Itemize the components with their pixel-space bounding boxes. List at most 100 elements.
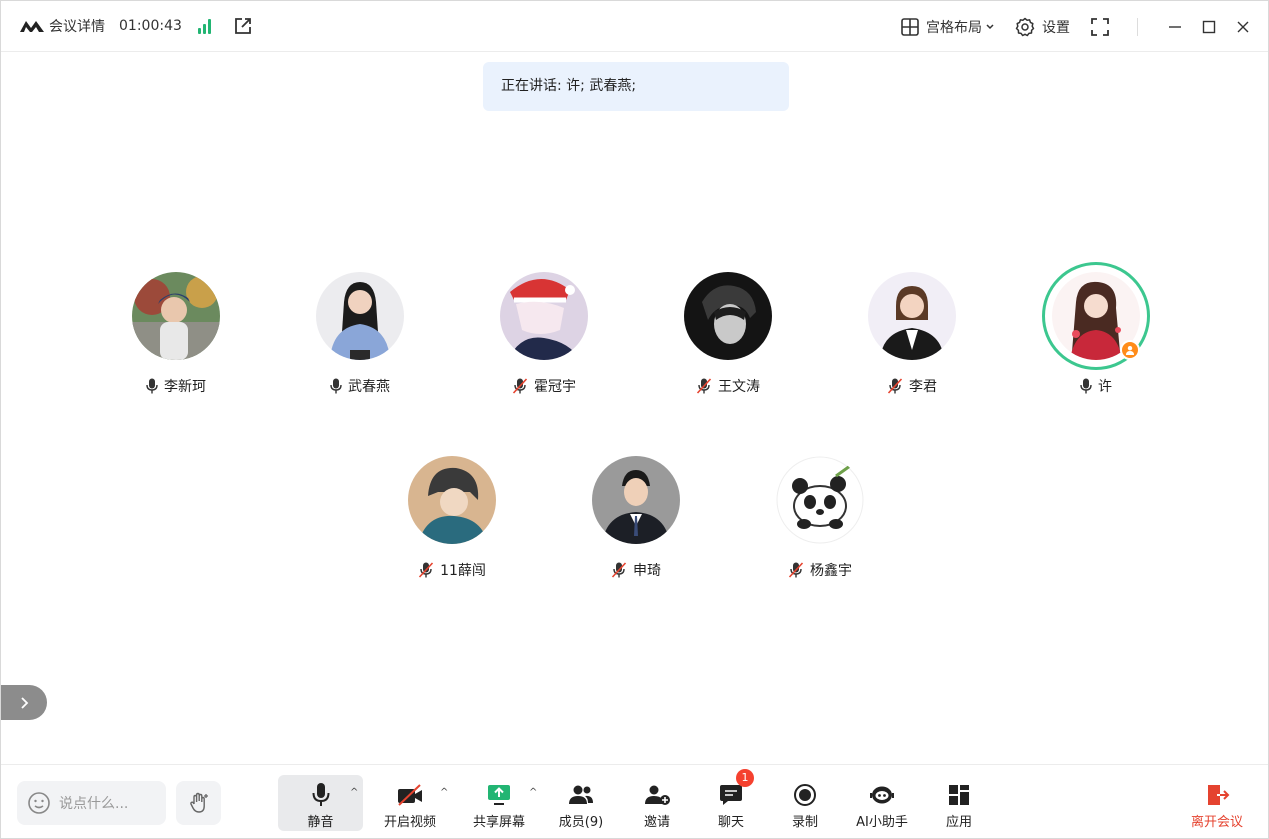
bottom-toolbar: 说点什么... 静音 ^ 开启视频 ^ 共享屏幕 ^ 成员(9) 邀请 聊天 1… [1, 764, 1268, 839]
participant-tile[interactable]: 申琦 [566, 456, 706, 580]
invite-button[interactable]: 邀请 [637, 775, 677, 831]
participant-tile[interactable]: 霍冠宇 [474, 272, 614, 396]
video-options-caret-icon[interactable]: ^ [440, 787, 448, 798]
participant-tile[interactable]: 11薛闯 [382, 456, 522, 580]
emoji-icon [28, 792, 50, 814]
members-label: 成员(9) [558, 815, 604, 830]
avatar [776, 456, 864, 544]
mic-muted-icon [788, 562, 804, 578]
participant-name: 李新珂 [164, 379, 206, 395]
mute-label: 静音 [307, 815, 334, 830]
meeting-timer: 01:00:43 [119, 18, 182, 34]
invite-label: 邀请 [643, 815, 670, 830]
raise-hand-icon [189, 792, 208, 813]
close-icon [1237, 21, 1249, 32]
share-screen-label: 共享屏幕 [472, 815, 525, 830]
participant-tile[interactable]: 武春燕 [290, 272, 430, 396]
mic-muted-icon [512, 378, 528, 394]
mic-on-icon [146, 378, 158, 394]
participant-name: 杨鑫宇 [810, 563, 852, 579]
close-button[interactable] [1226, 12, 1260, 42]
ai-assistant-button[interactable]: AI小助手 [851, 775, 913, 831]
maximize-icon [1202, 20, 1216, 33]
raise-hand-button[interactable] [176, 781, 221, 825]
leave-meeting-button[interactable]: 离开会议 [1187, 775, 1247, 831]
share-link-icon[interactable] [233, 16, 253, 36]
record-label: 录制 [791, 815, 818, 830]
chevron-down-icon [986, 23, 994, 29]
participant-tile[interactable]: 李君 [842, 272, 982, 396]
apps-label: 应用 [945, 815, 972, 830]
top-bar: 会议详情 01:00:43 宫格布局 设置 [1, 1, 1268, 52]
quick-chat-input[interactable]: 说点什么... [17, 781, 166, 825]
avatar [408, 456, 496, 544]
settings-button[interactable]: 设置 [1015, 17, 1070, 37]
avatar [592, 456, 680, 544]
record-button[interactable]: 录制 [785, 775, 825, 831]
mic-muted-icon [887, 378, 903, 394]
mic-on-icon [1080, 378, 1092, 394]
maximize-button[interactable] [1192, 12, 1226, 42]
participant-tile[interactable]: 杨鑫宇 [750, 456, 890, 580]
meeting-window: 会议详情 01:00:43 宫格布局 设置 正在讲话: 许; 武春燕; 李新珂 … [0, 0, 1269, 839]
video-off-icon [398, 784, 422, 806]
participant-label: 杨鑫宇 [750, 560, 890, 580]
settings-label: 设置 [1042, 19, 1070, 36]
start-video-label: 开启视频 [383, 815, 436, 830]
share-options-caret-icon[interactable]: ^ [529, 787, 537, 798]
mic-muted-icon [418, 562, 434, 578]
top-divider [1137, 17, 1138, 36]
participant-label: 李新珂 [106, 376, 246, 396]
participant-tile-host[interactable]: 许 [1026, 262, 1166, 396]
leave-icon [1208, 785, 1230, 805]
members-icon [569, 785, 593, 804]
participant-name: 李君 [909, 379, 937, 395]
participant-name: 武春燕 [348, 379, 390, 395]
start-video-button[interactable]: 开启视频 [380, 775, 440, 831]
signal-strength-icon[interactable] [197, 18, 211, 34]
expand-sidebar-button[interactable] [1, 685, 47, 720]
layout-label: 宫格布局 [926, 19, 982, 36]
apps-button[interactable]: 应用 [939, 775, 979, 831]
app-logo-icon [20, 21, 44, 32]
record-icon [794, 784, 816, 806]
participant-tile[interactable]: 李新珂 [106, 272, 246, 396]
unread-badge: 1 [736, 769, 754, 787]
participant-label: 11薛闯 [382, 560, 522, 580]
share-screen-button[interactable]: 共享屏幕 [470, 775, 528, 831]
mic-muted-icon [696, 378, 712, 394]
meeting-info[interactable]: 会议详情 [19, 16, 105, 36]
participant-name: 霍冠宇 [534, 379, 576, 395]
chat-placeholder: 说点什么... [59, 796, 129, 812]
chat-label: 聊天 [717, 815, 744, 830]
layout-button[interactable]: 宫格布局 [901, 17, 995, 37]
avatar [500, 272, 588, 360]
participant-tile[interactable]: 王文涛 [658, 272, 798, 396]
invite-user-icon [645, 785, 670, 805]
participant-name: 11薛闯 [440, 563, 486, 579]
window-controls [1158, 12, 1260, 42]
apps-icon [949, 785, 969, 805]
mic-muted-icon [611, 562, 627, 578]
minimize-button[interactable] [1158, 12, 1192, 42]
mic-on-icon [330, 378, 342, 394]
fullscreen-button[interactable] [1090, 17, 1117, 37]
ai-assistant-label: AI小助手 [856, 815, 908, 830]
participant-label: 霍冠宇 [474, 376, 614, 396]
participant-label: 王文涛 [658, 376, 798, 396]
audio-options-caret-icon[interactable]: ^ [350, 787, 358, 798]
avatar [684, 272, 772, 360]
participant-label: 申琦 [566, 560, 706, 580]
members-button[interactable]: 成员(9) [557, 775, 605, 831]
meeting-details-label[interactable]: 会议详情 [49, 16, 105, 36]
host-badge-icon [1120, 340, 1140, 360]
gear-icon [1015, 17, 1035, 36]
microphone-icon [312, 783, 329, 806]
top-right-controls: 宫格布局 设置 [901, 1, 1268, 52]
fullscreen-icon [1091, 17, 1109, 36]
share-screen-icon [488, 785, 510, 805]
mute-button[interactable]: 静音 [278, 775, 363, 831]
participant-label: 许 [1026, 376, 1166, 396]
chat-icon [720, 785, 742, 805]
avatar [132, 272, 220, 360]
